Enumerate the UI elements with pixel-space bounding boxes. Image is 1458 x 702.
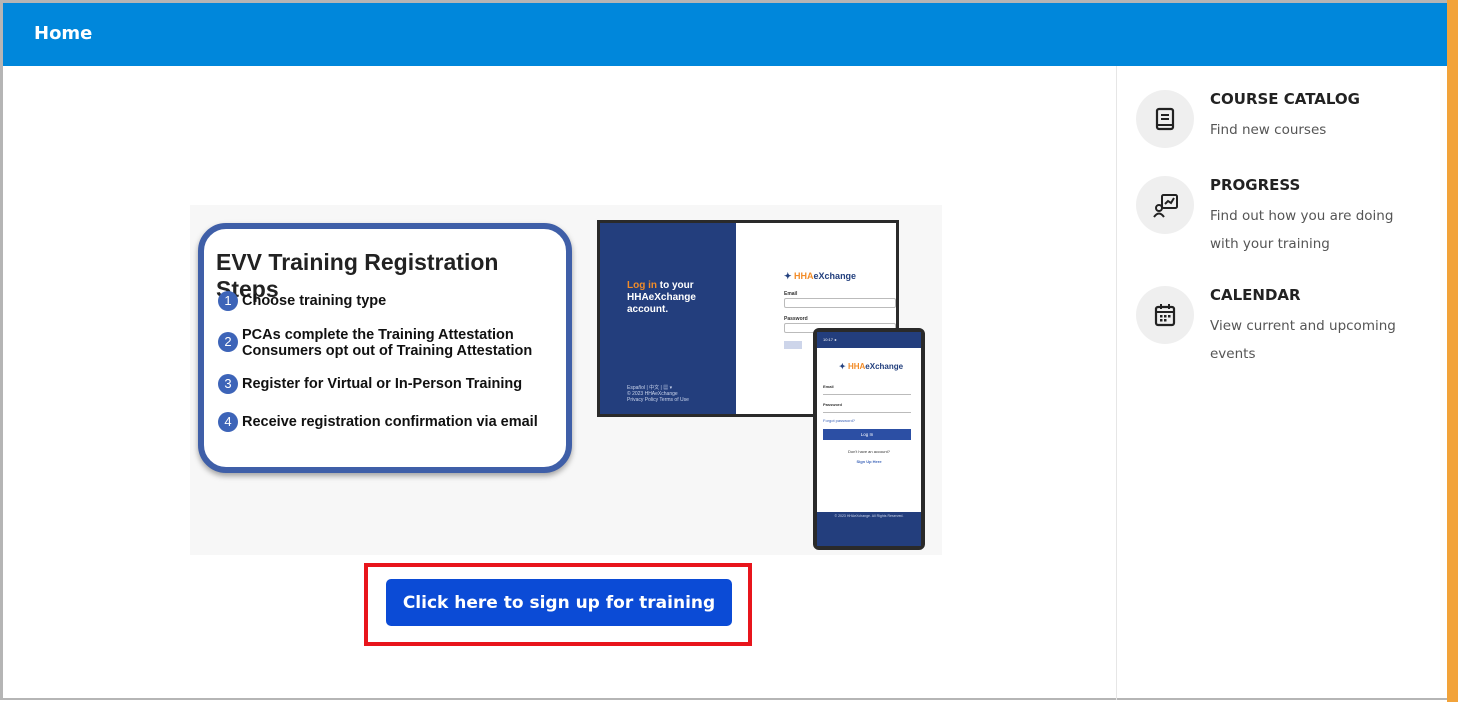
email-label: Email <box>784 291 798 297</box>
hhax-logo: ✦ HHAeXchange <box>839 362 904 371</box>
desktop-login-heading: Log in to your HHAeXchange account. <box>627 280 727 316</box>
step-text: Register for Virtual or In-Person Traini… <box>242 376 523 392</box>
logo-suffix: eXchange <box>865 362 904 371</box>
accent-bar <box>1447 0 1458 702</box>
password-label: Password <box>784 316 808 322</box>
phone-password-label: Password <box>823 402 842 407</box>
phone-login-button-image: Log In <box>823 429 911 440</box>
hhax-logo: ✦ HHAeXchange <box>784 271 857 281</box>
nav-progress[interactable]: PROGRESS Find out how you are doing with… <box>1136 176 1426 266</box>
page-title: Home <box>34 23 93 44</box>
desktop-login-footer: Español | 中文 | ▦ ▾ © 2023 HHAeXchange Pr… <box>627 385 689 403</box>
phone-status-bar: 10:17 ◂ <box>817 332 921 348</box>
phone-password-line <box>823 412 911 413</box>
logo-suffix: eXchange <box>813 271 857 281</box>
nav-title: COURSE CATALOG <box>1210 90 1360 108</box>
calendar-icon <box>1136 286 1194 344</box>
policy-links: Privacy Policy Terms of Use <box>627 397 689 403</box>
nav-description: Find out how you are doing with your tra… <box>1210 208 1394 252</box>
phone-no-account: Don't have an account? <box>848 449 890 454</box>
phone-forgot-link: Forgot password? <box>823 418 856 423</box>
logo-prefix: HHA <box>847 362 866 371</box>
nav-description: Find new courses <box>1210 122 1327 138</box>
signup-training-button[interactable]: Click here to sign up for training <box>386 579 732 626</box>
step-text: Receive registration confirmation via em… <box>242 414 538 430</box>
desktop-login-sidebar: Log in to your HHAeXchange account. Espa… <box>600 223 736 414</box>
nav-title: CALENDAR <box>1210 286 1301 304</box>
registration-steps-card: EVV Training Registration Steps 1 Choose… <box>198 223 572 473</box>
nav-calendar[interactable]: CALENDAR View current and upcoming event… <box>1136 286 1426 376</box>
step-number: 1 <box>218 291 238 311</box>
step-number: 2 <box>218 332 238 352</box>
panel-divider <box>1116 66 1117 700</box>
phone-sign-up: Sign Up Here <box>856 459 882 464</box>
step-text: PCAs complete the Training Attestation C… <box>242 327 533 359</box>
step-text: Choose training type <box>242 293 387 309</box>
phone-login-mockup: 10:17 ◂ ✦ HHAeXchange Email Password For… <box>813 328 925 550</box>
phone-footer: © 2023 HHAeXchange. All Rights Reserved. <box>817 512 921 546</box>
phone-email-line <box>823 394 911 395</box>
page-header: Home <box>3 3 1447 66</box>
step-number: 4 <box>218 412 238 432</box>
nav-description: View current and upcoming events <box>1210 318 1396 362</box>
book-icon <box>1136 90 1194 148</box>
email-field-image <box>784 298 896 308</box>
desktop-login-button-image <box>784 341 802 349</box>
progress-chart-icon <box>1136 176 1194 234</box>
logo-prefix: HHA <box>794 271 814 281</box>
training-promo-image: EVV Training Registration Steps 1 Choose… <box>190 205 942 555</box>
phone-email-label: Email <box>823 384 834 389</box>
phone-status-time: 10:17 ◂ <box>823 337 837 342</box>
nav-course-catalog[interactable]: COURSE CATALOG Find new courses <box>1136 90 1426 150</box>
login-highlight: Log in <box>627 280 657 291</box>
nav-title: PROGRESS <box>1210 176 1301 194</box>
step-number: 3 <box>218 374 238 394</box>
